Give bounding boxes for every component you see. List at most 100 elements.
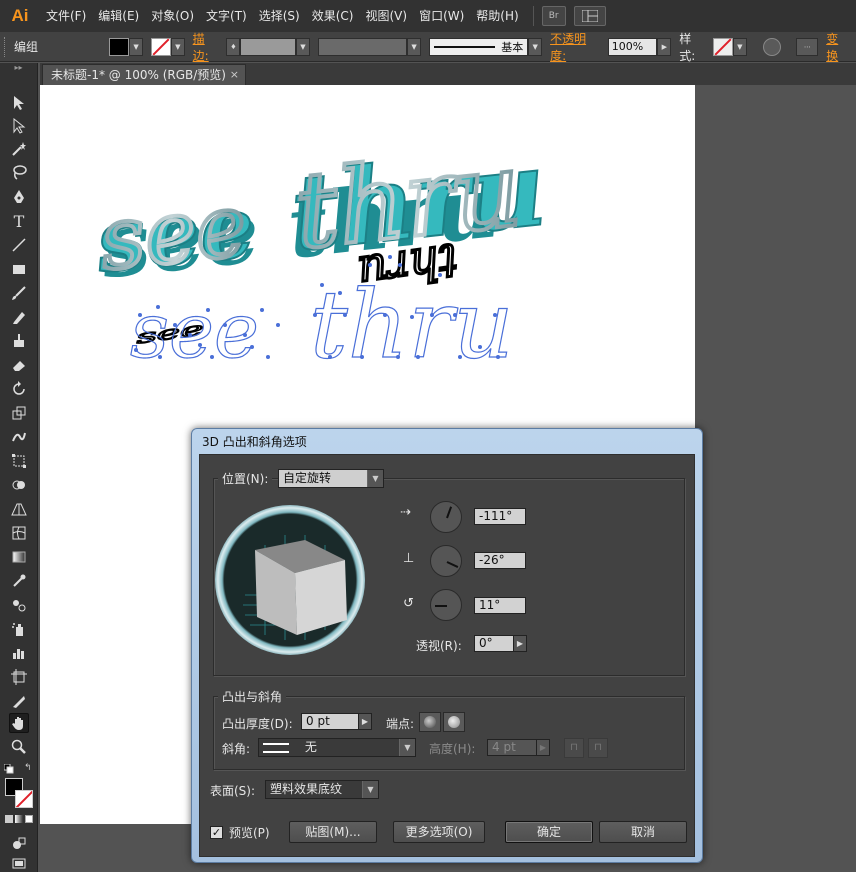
fill-dropdown[interactable]: ▼ — [129, 37, 144, 56]
column-graph-tool-icon[interactable] — [9, 643, 29, 663]
brush-definition-dropdown[interactable]: ▼ — [528, 37, 543, 56]
tools-panel-grip[interactable]: ▸▸ — [0, 63, 37, 73]
draw-mode-icon[interactable] — [9, 833, 29, 853]
map-art-button[interactable]: 贴图(M)... — [289, 821, 377, 843]
x-rotation-field[interactable]: -111° — [474, 508, 526, 525]
bevel-extent-in-button[interactable]: ⊓ — [588, 738, 608, 758]
graphic-style-swatch[interactable] — [713, 37, 733, 56]
recolor-artwork-icon[interactable] — [762, 37, 781, 56]
z-rotation-field[interactable]: 11° — [474, 597, 526, 614]
artboard-tool-icon[interactable] — [9, 667, 29, 687]
stroke-weight-field[interactable] — [240, 37, 296, 56]
cap-on-button[interactable] — [419, 712, 441, 732]
menu-select[interactable]: 选择(S) — [253, 0, 306, 32]
graphic-style-dropdown[interactable]: ▼ — [732, 37, 747, 56]
symbol-sprayer-tool-icon[interactable] — [9, 619, 29, 639]
z-rotation-dial[interactable] — [430, 589, 462, 621]
bevel-dropdown[interactable]: 无 ▼ — [258, 738, 416, 757]
mesh-tool-icon[interactable] — [9, 523, 29, 543]
screen-mode-icon[interactable] — [9, 853, 29, 872]
default-colors-icon[interactable] — [3, 763, 14, 774]
chevron-down-icon: ▼ — [399, 739, 415, 756]
perspective-field[interactable]: 0° — [474, 635, 514, 652]
variable-width-dropdown[interactable]: ▼ — [407, 37, 422, 56]
magic-wand-tool-icon[interactable] — [9, 139, 29, 159]
type-tool-icon[interactable]: T — [9, 211, 29, 231]
pencil-tool-icon[interactable] — [9, 307, 29, 327]
line-tool-icon[interactable] — [9, 235, 29, 255]
gradient-tool-icon[interactable] — [9, 547, 29, 567]
menu-file[interactable]: 文件(F) — [40, 0, 92, 32]
blob-brush-tool-icon[interactable] — [9, 331, 29, 351]
perspective-slider-button[interactable]: ▶ — [513, 635, 527, 652]
direct-selection-tool-icon[interactable] — [9, 116, 29, 136]
color-mode-icon[interactable] — [5, 815, 13, 823]
document-tab[interactable]: 未标题-1* @ 100% (RGB/预览) × — [42, 64, 246, 85]
control-bar: 编组 ▼ ▼ 描边: ♦ ▼ ▼ 基本 ▼ 不透明度: 100% ▶ 样式: ▼… — [0, 30, 856, 64]
extrude-depth-field[interactable]: 0 pt — [301, 713, 359, 730]
rectangle-tool-icon[interactable] — [9, 259, 29, 279]
stroke-dropdown[interactable]: ▼ — [170, 37, 185, 56]
cap-off-button[interactable] — [443, 712, 465, 732]
menu-help[interactable]: 帮助(H) — [470, 0, 524, 32]
extrude-depth-slider-button[interactable]: ▶ — [358, 713, 372, 730]
shape-builder-tool-icon[interactable] — [9, 475, 29, 495]
y-rotation-dial[interactable] — [430, 545, 462, 577]
arrange-documents-button[interactable] — [573, 6, 606, 26]
cancel-button[interactable]: 取消 — [599, 821, 687, 843]
stroke-swatch[interactable] — [150, 37, 171, 56]
align-options-icon[interactable]: ⋯ — [796, 37, 819, 56]
control-bar-grip[interactable] — [4, 36, 8, 57]
gradient-mode-icon[interactable] — [15, 815, 23, 823]
surface-dropdown[interactable]: 塑料效果底纹 ▼ — [265, 780, 379, 799]
y-rotation-field[interactable]: -26° — [474, 552, 526, 569]
height-slider-button[interactable]: ▶ — [536, 739, 550, 756]
rotation-track-cube[interactable] — [215, 505, 365, 655]
menu-view[interactable]: 视图(V) — [359, 0, 413, 32]
opacity-field[interactable]: 100% — [607, 37, 658, 56]
none-mode-icon[interactable] — [25, 815, 33, 823]
stroke-color-swatch[interactable] — [15, 790, 33, 808]
menu-window[interactable]: 窗口(W) — [413, 0, 470, 32]
stroke-weight-label[interactable]: 描边: — [193, 30, 221, 64]
bevel-extent-out-button[interactable]: ⊓ — [564, 738, 584, 758]
hand-tool-icon[interactable] — [9, 713, 29, 733]
menu-effect[interactable]: 效果(C) — [306, 0, 360, 32]
rotate-tool-icon[interactable] — [9, 379, 29, 399]
fill-swatch[interactable] — [109, 37, 130, 56]
paintbrush-tool-icon[interactable] — [9, 283, 29, 303]
x-rotation-dial[interactable] — [430, 501, 462, 533]
stroke-weight-stepper[interactable]: ♦ — [226, 37, 241, 56]
zoom-tool-icon[interactable] — [9, 737, 29, 757]
perspective-grid-tool-icon[interactable] — [9, 499, 29, 519]
variable-width-field[interactable] — [317, 37, 408, 56]
menu-type[interactable]: 文字(T) — [200, 0, 253, 32]
eyedropper-tool-icon[interactable] — [9, 571, 29, 591]
close-icon[interactable]: × — [230, 65, 239, 85]
perspective-label: 透视(R): — [416, 639, 462, 653]
bevel-preview-icon — [263, 742, 289, 753]
free-transform-tool-icon[interactable] — [9, 451, 29, 471]
height-field[interactable]: 4 pt — [487, 739, 537, 756]
position-dropdown[interactable]: 自定旋转 ▼ — [278, 469, 384, 488]
menu-edit[interactable]: 编辑(E) — [92, 0, 145, 32]
preview-checkbox[interactable]: ✓ — [210, 826, 223, 839]
pen-tool-icon[interactable] — [9, 187, 29, 207]
blend-tool-icon[interactable] — [9, 595, 29, 615]
ok-button[interactable]: 确定 — [505, 821, 593, 843]
eraser-tool-icon[interactable] — [9, 355, 29, 375]
lasso-tool-icon[interactable] — [9, 162, 29, 182]
more-options-button[interactable]: 更多选项(O) — [393, 821, 485, 843]
slice-tool-icon[interactable] — [9, 691, 29, 711]
opacity-dropdown[interactable]: ▶ — [657, 37, 672, 56]
swap-colors-icon[interactable]: ↰ — [24, 763, 34, 773]
bridge-button[interactable]: Br — [541, 6, 566, 26]
stroke-weight-dropdown[interactable]: ▼ — [295, 37, 310, 56]
warp-tool-icon[interactable] — [9, 427, 29, 447]
transform-link[interactable]: 变换 — [826, 30, 850, 64]
selection-tool-icon[interactable] — [9, 93, 29, 113]
scale-tool-icon[interactable] — [9, 403, 29, 423]
opacity-label[interactable]: 不透明度: — [550, 30, 602, 64]
menu-object[interactable]: 对象(O) — [145, 0, 200, 32]
brush-definition[interactable]: 基本 — [428, 37, 529, 56]
